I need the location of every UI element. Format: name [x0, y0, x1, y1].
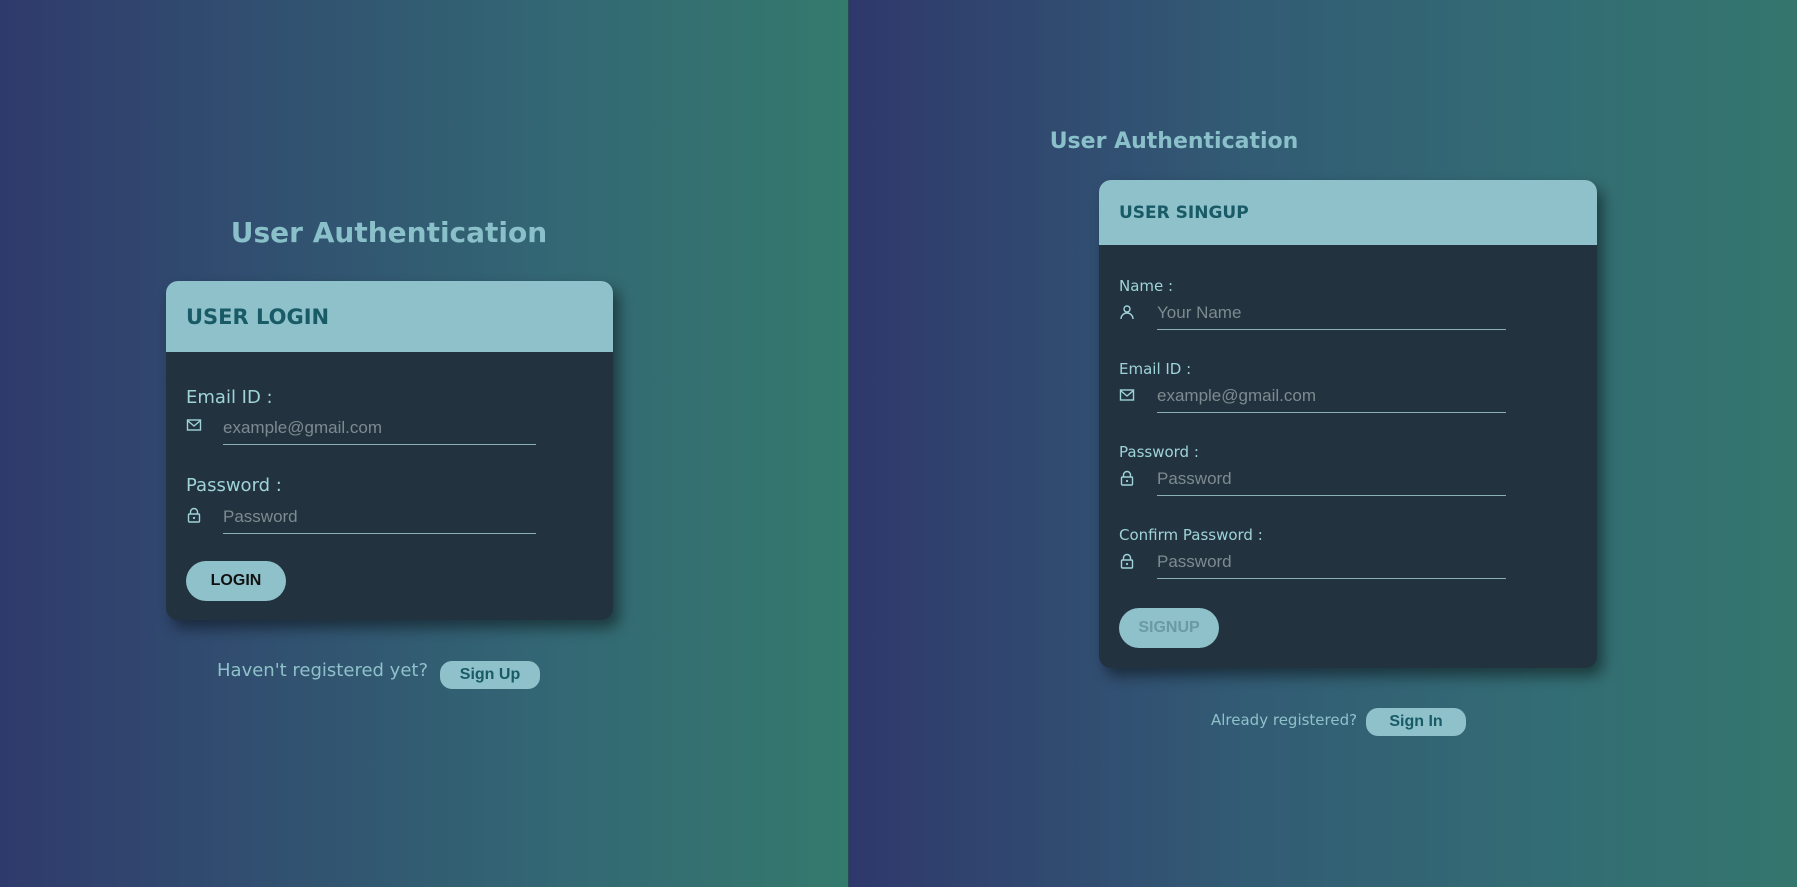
mail-icon: [186, 417, 202, 433]
signup-card: USER SINGUP Name : Email ID : Password :…: [1099, 180, 1597, 668]
signin-prompt: Already registered?: [1211, 711, 1358, 729]
password-input[interactable]: [223, 500, 536, 534]
name-label: Name :: [1119, 277, 1174, 295]
card-header: USER LOGIN: [166, 281, 613, 352]
sign-up-button[interactable]: Sign Up: [440, 661, 540, 689]
email-input[interactable]: [1157, 379, 1506, 413]
page-title: User Authentication: [1049, 129, 1299, 154]
signup-button[interactable]: SIGNUP: [1119, 608, 1219, 648]
email-label: Email ID :: [1119, 360, 1192, 378]
card-header: USER SINGUP: [1099, 180, 1597, 245]
page-title: User Authentication: [230, 216, 548, 249]
register-prompt: Haven't registered yet?: [217, 660, 429, 681]
lock-icon: [1119, 553, 1135, 569]
password-label: Password :: [1119, 443, 1199, 461]
name-input[interactable]: [1157, 296, 1506, 330]
lock-icon: [1119, 470, 1135, 486]
email-input[interactable]: [223, 411, 536, 445]
mail-icon: [1119, 387, 1135, 403]
password-label: Password :: [186, 475, 282, 496]
user-icon: [1119, 304, 1135, 320]
email-label: Email ID :: [186, 387, 273, 408]
login-panel: User Authentication USER LOGIN Email ID …: [0, 0, 849, 887]
password-input[interactable]: [1157, 462, 1506, 496]
confirm-password-input[interactable]: [1157, 545, 1506, 579]
login-card: USER LOGIN Email ID : Password : LOGIN: [166, 281, 613, 620]
confirm-password-label: Confirm Password :: [1119, 526, 1263, 544]
lock-icon: [186, 507, 202, 523]
sign-in-button[interactable]: Sign In: [1366, 708, 1466, 736]
signup-panel: User Authentication USER SINGUP Name : E…: [849, 0, 1797, 887]
login-button[interactable]: LOGIN: [186, 561, 286, 601]
